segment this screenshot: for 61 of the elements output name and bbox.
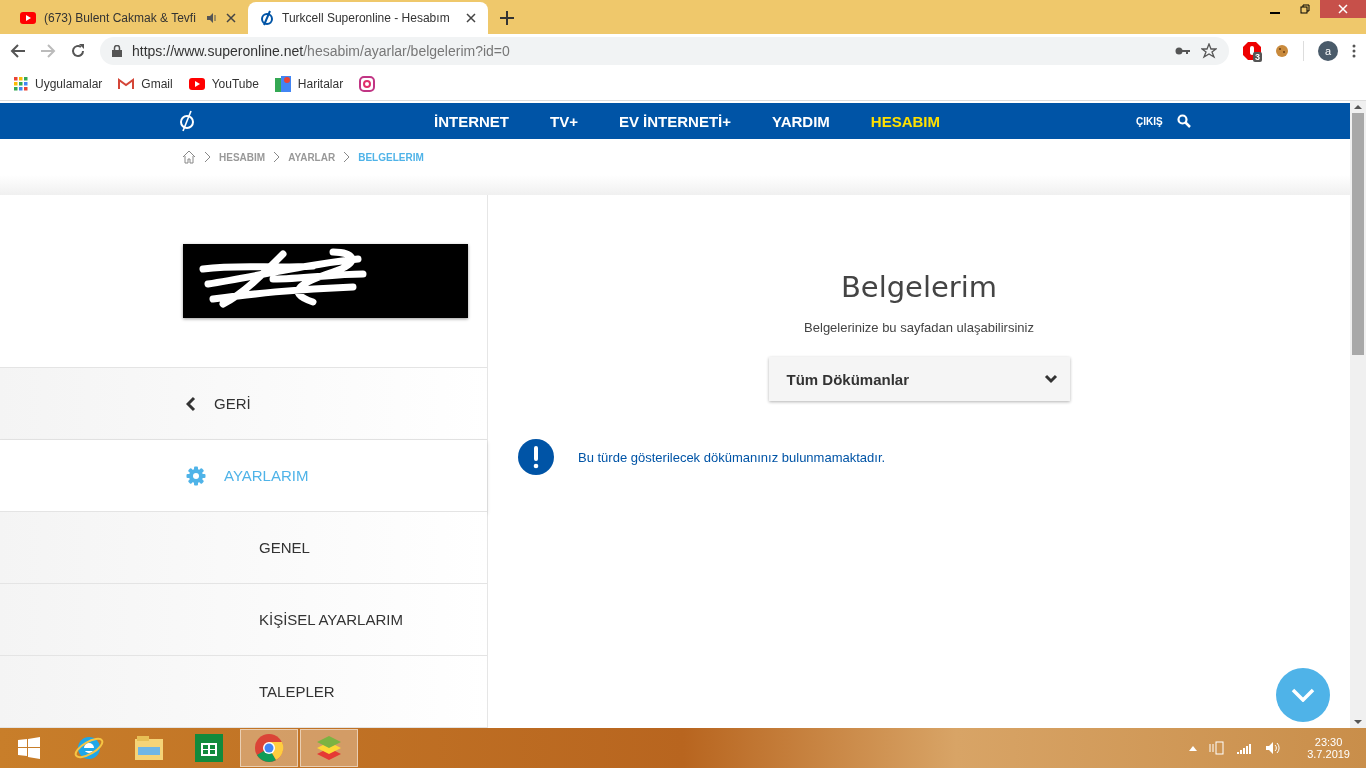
youtube-icon <box>20 12 36 24</box>
signal-icon[interactable] <box>1237 742 1254 754</box>
minimize-icon <box>1270 12 1280 14</box>
chevron-down-icon <box>1291 688 1315 702</box>
page-title: Belgelerim <box>840 270 998 304</box>
speaker-icon[interactable] <box>1265 741 1282 755</box>
back-chevron-icon <box>186 395 196 412</box>
map-icon <box>274 76 291 92</box>
youtube-icon <box>188 78 205 90</box>
bookmark-link[interactable]: Uygulamalar <box>35 77 103 91</box>
chevron-right-icon <box>343 151 351 163</box>
store-bag-icon[interactable] <box>195 734 223 762</box>
close-icon <box>1338 4 1348 14</box>
chevron-right-icon <box>273 151 281 163</box>
search-icon[interactable] <box>1176 114 1191 128</box>
nav-link[interactable]: EV İNTERNETİ+ <box>618 112 732 130</box>
chrome-icon[interactable] <box>254 733 284 763</box>
more-menu-icon[interactable] <box>1352 44 1356 58</box>
restore-icon <box>1300 4 1310 14</box>
apps-grid-icon <box>14 77 28 91</box>
sidebar-item[interactable]: TALEPLER <box>0 656 487 728</box>
close-icon[interactable] <box>226 13 236 23</box>
home-icon[interactable] <box>182 150 196 164</box>
profile-avatar[interactable]: a <box>1318 41 1338 61</box>
site-logo-icon <box>260 10 274 26</box>
chevron-down-icon <box>1043 374 1058 384</box>
sidebar-item[interactable]: KİŞİSEL AYARLARIM <box>0 584 487 656</box>
scrollbar[interactable] <box>1350 101 1366 728</box>
lock-icon <box>112 45 122 57</box>
empty-message: Bu türde gösterilecek dökümanınız bulunmamaktadır. <box>578 449 886 465</box>
sidebar-item[interactable]: GERİ <box>0 368 487 440</box>
back-icon[interactable] <box>10 43 26 59</box>
windows-logo-icon <box>18 737 40 759</box>
mail-icon <box>118 78 135 90</box>
page-subtitle: Belgelerinize bu sayfadan ulaşabilirsiniz <box>804 320 1034 335</box>
key-icon[interactable] <box>1175 46 1191 56</box>
chevron-right-icon <box>204 151 211 163</box>
cookie-icon[interactable] <box>1275 44 1289 58</box>
nav-link[interactable]: İNTERNET <box>434 112 509 130</box>
exclamation-icon <box>518 439 554 475</box>
nav-link[interactable]: TV+ <box>550 112 578 130</box>
browser-tab[interactable]: (673) Bulent Cakmak & Tevfi <box>8 2 248 34</box>
new-tab-icon[interactable] <box>500 11 514 25</box>
instagram-icon[interactable] <box>359 76 376 92</box>
browser-tab[interactable]: Turkcell Superonline - Hesabım <box>248 2 488 34</box>
logout-link[interactable]: ÇIKIŞ <box>1136 115 1163 127</box>
site-logo-icon[interactable] <box>178 109 196 133</box>
address-bar[interactable]: https://www.superonline.net/hesabim/ayarlar/belgelerim?id=0 <box>100 37 1229 65</box>
nav-link[interactable]: HESABIM <box>870 112 940 130</box>
bookmark-link[interactable]: Haritalar <box>297 77 344 91</box>
sidebar-item[interactable]: GENEL <box>0 512 487 584</box>
close-icon[interactable] <box>466 13 476 23</box>
nav-link[interactable]: YARDIM <box>772 112 830 130</box>
reload-icon[interactable] <box>70 43 86 59</box>
document-type-dropdown[interactable]: Tüm Dökümanlar <box>768 357 1070 401</box>
extension-badge: 3 <box>1253 52 1262 62</box>
tray-arrow-icon[interactable] <box>1189 745 1198 751</box>
gear-icon <box>186 465 206 486</box>
star-icon[interactable] <box>1201 43 1217 59</box>
bookmark-link[interactable]: Gmail <box>141 77 173 91</box>
bookmark-link[interactable]: YouTube <box>211 77 259 91</box>
